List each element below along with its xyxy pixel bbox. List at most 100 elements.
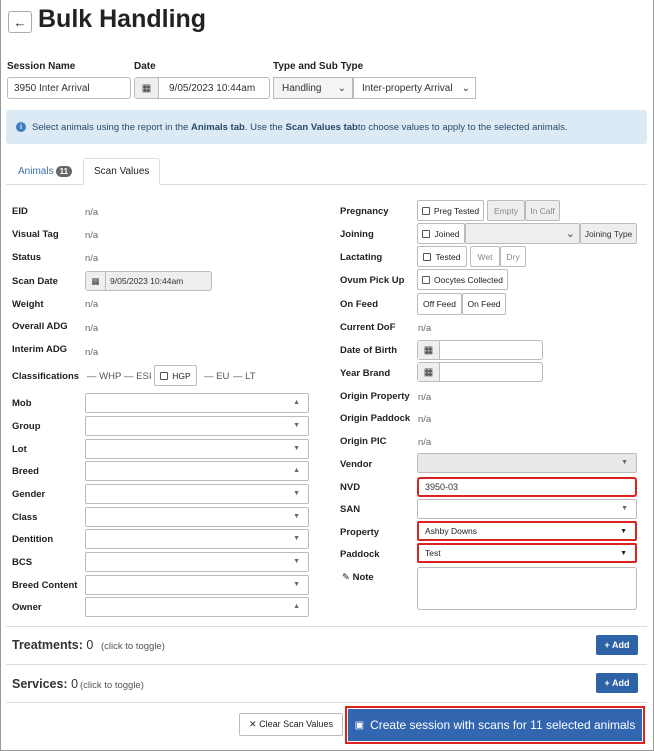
owner-select[interactable]: ▲ [85,597,309,617]
preg-tested-button[interactable]: Preg Tested [417,200,484,221]
note-icon: ✎ [342,572,350,583]
back-button[interactable]: ← [8,11,32,33]
classification-esi[interactable]: — ESI [124,371,151,382]
services-header[interactable]: Services: 0 [12,677,78,691]
vendor-select[interactable]: ▼ [417,453,637,473]
session-name-label: Session Name [7,61,76,72]
info-scan-tab: Scan Values tab [285,121,358,133]
tested-button[interactable]: Tested [417,246,467,267]
vendor-label: Vendor [340,459,373,470]
classification-hgp[interactable]: HGP [154,365,197,386]
services-divider [6,664,647,665]
origin-pic-value: n/a [418,437,432,448]
dry-button[interactable]: Dry [500,246,526,267]
footer-divider [6,702,647,703]
classification-lt[interactable]: — LT [233,371,256,382]
calendar-icon[interactable]: ▦ [135,78,159,98]
oocytes-collected-button[interactable]: Oocytes Collected [417,269,508,290]
caret-down-icon: ▼ [293,535,300,542]
info-banner: i Select animals using the report in the… [6,110,647,144]
joining-select[interactable]: ⌄ [465,223,580,244]
property-select[interactable]: Ashby Downs ▼ [417,521,637,541]
clear-scan-values-button[interactable]: ✕ Clear Scan Values [239,713,343,736]
caret-down-icon: ▼ [293,422,300,429]
tab-scan-values[interactable]: Scan Values [83,158,161,185]
on-feed-button[interactable]: On Feed [462,293,506,315]
paddock-label: Paddock [340,549,380,560]
subtype-select[interactable]: Inter-property Arrival ⌄ [353,77,476,99]
note-textarea[interactable] [417,567,637,610]
treatments-header[interactable]: Treatments: 0 [12,638,93,652]
joining-type-button[interactable]: Joining Type [580,223,637,244]
date-input[interactable]: ▦ 9/05/2023 10:44am [134,77,270,99]
off-feed-button[interactable]: Off Feed [417,293,462,315]
breed-content-select[interactable]: ▼ [85,575,309,595]
wet-button[interactable]: Wet [470,246,500,267]
calendar-icon[interactable]: ▦ [86,272,106,290]
caret-down-icon: ▼ [620,528,627,535]
checkbox-icon [423,252,432,261]
type-label: Type and Sub Type [273,61,364,72]
classification-eu[interactable]: — EU [204,371,229,382]
group-select[interactable]: ▼ [85,416,309,436]
current-dof-value: n/a [418,323,432,334]
preg-tested-label: Preg Tested [433,205,480,216]
info-text-mid: . Use the [244,121,283,133]
lot-select[interactable]: ▼ [85,439,309,459]
in-calf-button[interactable]: In Calf [525,200,560,221]
property-label: Property [340,527,380,538]
caret-down-icon: ▼ [620,550,627,557]
origin-pic-label: Origin PIC [340,436,387,447]
empty-button[interactable]: Empty [487,200,525,221]
add-service-button[interactable]: + Add [596,673,638,693]
lot-label: Lot [12,444,27,455]
bcs-select[interactable]: ▼ [85,552,309,572]
treatments-toggle-hint[interactable]: (click to toggle) [101,641,165,652]
owner-label: Owner [12,602,42,613]
san-label: SAN [340,504,361,515]
note-label: ✎ Note [342,572,374,583]
mob-select[interactable]: ▲ [85,393,309,413]
treatments-divider [6,626,647,627]
year-brand-input[interactable]: ▦ [417,362,543,382]
add-treatment-button[interactable]: + Add [596,635,638,655]
san-select[interactable]: ▼ [417,499,637,519]
nvd-input[interactable]: 3950-03 [417,477,637,497]
paddock-select[interactable]: Test ▼ [417,543,637,563]
dentition-select[interactable]: ▼ [85,529,309,549]
eu-label: EU [216,371,230,382]
overall-adg-label: Overall ADG [12,321,68,332]
info-icon: i [16,122,26,132]
pregnancy-label: Pregnancy [340,206,389,217]
caret-up-icon: ▲ [293,603,300,610]
gender-select[interactable]: ▼ [85,484,309,504]
date-value: 9/05/2023 10:44am [169,82,256,94]
type-select[interactable]: Handling ⌄ [273,77,353,99]
scan-date-input[interactable]: ▦ 9/05/2023 10:44am [85,271,212,291]
nvd-label: NVD [340,482,361,493]
calendar-icon[interactable]: ▦ [418,363,440,381]
dob-input[interactable]: ▦ [417,340,543,360]
services-title: Services: [12,677,68,691]
info-text-post: to choose values to apply to the selecte… [357,121,568,133]
caret-down-icon: ▼ [293,558,300,565]
joined-button[interactable]: Joined [417,223,465,244]
tab-animals[interactable]: Animals 11 [8,158,82,185]
hgp-label: HGP [172,370,191,381]
calendar-icon[interactable]: ▦ [418,341,440,359]
session-name-input[interactable]: 3950 Inter Arrival [7,77,131,99]
dentition-label: Dentition [12,534,54,545]
class-select[interactable]: ▼ [85,507,309,527]
breed-select[interactable]: ▲ [85,461,309,481]
esi-label: ESI [136,371,152,382]
bcs-label: BCS [12,557,33,568]
classification-whp[interactable]: — WHP [87,371,121,382]
services-toggle-hint[interactable]: (click to toggle) [80,680,144,691]
property-value: Ashby Downs [425,526,477,536]
create-session-button[interactable]: ▣ Create session with scans for 11 select… [345,706,645,744]
classifications-label: Classifications [12,371,80,382]
info-text-pre: Select animals using the report in the [32,121,189,133]
eid-value: n/a [85,207,99,218]
overall-adg-value: n/a [85,323,99,334]
animals-count-badge: 11 [55,166,73,177]
